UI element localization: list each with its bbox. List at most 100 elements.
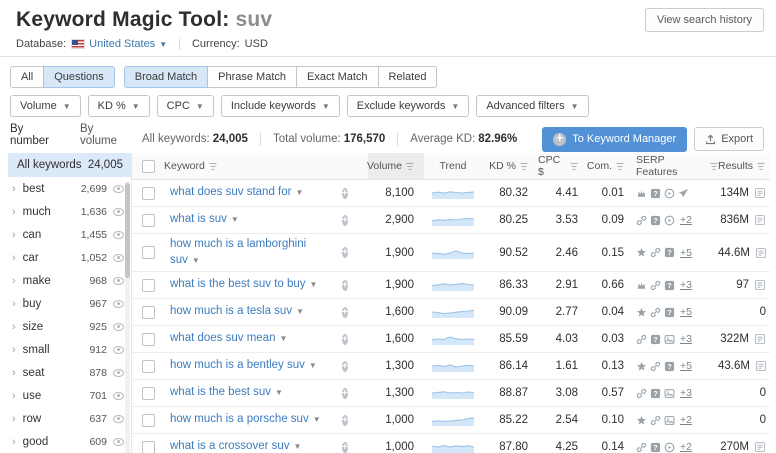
keyword-dropdown-icon[interactable]: ▼	[192, 256, 200, 265]
column-header-vol[interactable]: Volume	[367, 153, 424, 179]
serp-more-link[interactable]: +3	[680, 333, 692, 345]
match-tab-broad-match[interactable]: Broad Match	[123, 66, 209, 88]
row-checkbox[interactable]	[141, 440, 155, 453]
row-checkbox[interactable]	[141, 213, 155, 227]
column-header-res[interactable]: Results	[718, 153, 775, 179]
sidebar-item-can[interactable]: › can 1,455	[8, 223, 131, 246]
filter-volume[interactable]: Volume ▼	[10, 95, 81, 117]
eye-icon[interactable]	[113, 184, 124, 193]
sidebar-item-make[interactable]: › make 968	[8, 269, 131, 292]
serp-more-link[interactable]: +2	[680, 414, 692, 426]
select-all-checkbox[interactable]	[141, 159, 155, 173]
row-checkbox[interactable]	[141, 246, 155, 260]
sidebar-item-best[interactable]: › best 2,699	[8, 177, 131, 200]
serp-snapshot-icon[interactable]	[754, 187, 766, 199]
sidebar-item-car[interactable]: › car 1,052	[8, 246, 131, 269]
keyword-link[interactable]: how much is a bentley suv	[170, 359, 305, 371]
serp-more-link[interactable]: +3	[680, 279, 692, 291]
eye-icon[interactable]	[113, 414, 124, 423]
match-tab-questions[interactable]: Questions	[43, 66, 115, 88]
filter-exclude-keywords[interactable]: Exclude keywords ▼	[346, 95, 470, 117]
filter-advanced-filters[interactable]: Advanced filters ▼	[476, 95, 589, 117]
keyword-link[interactable]: what is the best suv to buy	[170, 278, 306, 290]
sidebar-item-buy[interactable]: › buy 967	[8, 292, 131, 315]
keyword-dropdown-icon[interactable]: ▼	[279, 334, 287, 343]
serp-snapshot-icon[interactable]	[754, 441, 766, 453]
add-keyword-button[interactable]: +	[342, 279, 348, 291]
keyword-link[interactable]: how much is a tesla suv	[170, 305, 292, 317]
row-checkbox[interactable]	[141, 359, 155, 373]
keyword-link[interactable]: what is suv	[170, 213, 227, 225]
eye-icon[interactable]	[113, 368, 124, 377]
serp-snapshot-icon[interactable]	[754, 333, 766, 345]
serp-more-link[interactable]: +5	[680, 247, 692, 259]
view-tab-by-number[interactable]: By number	[10, 123, 64, 156]
eye-icon[interactable]	[113, 207, 124, 216]
keyword-link[interactable]: how much is a lamborghini suv	[170, 238, 306, 266]
serp-snapshot-icon[interactable]	[754, 214, 766, 226]
keyword-link[interactable]: what is a crossover suv	[170, 440, 290, 452]
sidebar-item-use[interactable]: › use 701	[8, 384, 131, 407]
keyword-link[interactable]: how much is a porsche suv	[170, 413, 309, 425]
sidebar-scrollbar-thumb[interactable]	[125, 183, 130, 278]
view-tab-by-volume[interactable]: By volume	[80, 123, 132, 156]
keyword-dropdown-icon[interactable]: ▼	[313, 415, 321, 424]
keyword-link[interactable]: what does suv mean	[170, 332, 275, 344]
match-tab-exact-match[interactable]: Exact Match	[296, 66, 379, 88]
add-keyword-button[interactable]: +	[342, 414, 348, 426]
add-keyword-button[interactable]: +	[342, 247, 348, 259]
serp-more-link[interactable]: +5	[680, 306, 692, 318]
column-header-cpc[interactable]: CPC $	[538, 153, 588, 179]
sidebar-item-good[interactable]: › good 609	[8, 430, 131, 453]
keyword-dropdown-icon[interactable]: ▼	[296, 307, 304, 316]
export-button[interactable]: Export	[694, 127, 764, 151]
match-tab-phrase-match[interactable]: Phrase Match	[207, 66, 298, 88]
eye-icon[interactable]	[113, 322, 124, 331]
serp-more-link[interactable]: +3	[680, 387, 692, 399]
eye-icon[interactable]	[113, 345, 124, 354]
column-header-trend[interactable]: Trend	[424, 153, 482, 179]
keyword-dropdown-icon[interactable]: ▼	[295, 188, 303, 197]
keyword-link[interactable]: what does suv stand for	[170, 186, 291, 198]
add-keyword-button[interactable]: +	[342, 441, 348, 453]
add-keyword-button[interactable]: +	[342, 214, 348, 226]
add-keyword-button[interactable]: +	[342, 387, 348, 399]
keyword-dropdown-icon[interactable]: ▼	[310, 280, 318, 289]
filter-include-keywords[interactable]: Include keywords ▼	[220, 95, 340, 117]
sidebar-item-row[interactable]: › row 637	[8, 407, 131, 430]
serp-more-link[interactable]: +5	[680, 360, 692, 372]
database-selector[interactable]: United States ▼	[71, 38, 167, 50]
filter-cpc[interactable]: CPC ▼	[156, 95, 214, 117]
row-checkbox[interactable]	[141, 386, 155, 400]
row-checkbox[interactable]	[141, 186, 155, 200]
row-checkbox[interactable]	[141, 278, 155, 292]
to-keyword-manager-button[interactable]: + To Keyword Manager	[542, 126, 688, 152]
eye-icon[interactable]	[113, 230, 124, 239]
eye-icon[interactable]	[113, 391, 124, 400]
add-keyword-button[interactable]: +	[342, 187, 348, 199]
sidebar-item-small[interactable]: › small 912	[8, 338, 131, 361]
eye-icon[interactable]	[113, 437, 124, 446]
column-header-com[interactable]: Com.	[587, 153, 634, 179]
column-header-kd[interactable]: KD %	[482, 153, 538, 179]
column-header-kw[interactable]: Keyword	[164, 153, 368, 179]
keyword-dropdown-icon[interactable]: ▼	[275, 388, 283, 397]
sidebar-item-much[interactable]: › much 1,636	[8, 200, 131, 223]
serp-snapshot-icon[interactable]	[755, 247, 767, 259]
match-tab-all[interactable]: All	[10, 66, 45, 88]
keyword-link[interactable]: what is the best suv	[170, 386, 271, 398]
sidebar-all-keywords[interactable]: All keywords 24,005	[8, 153, 131, 177]
row-checkbox[interactable]	[141, 305, 155, 319]
keyword-dropdown-icon[interactable]: ▼	[294, 442, 302, 451]
serp-more-link[interactable]: +2	[680, 214, 692, 226]
column-header-serp[interactable]: SERP Features	[634, 153, 718, 179]
view-search-history-button[interactable]: View search history	[644, 8, 764, 32]
add-keyword-button[interactable]: +	[342, 333, 348, 345]
row-checkbox[interactable]	[141, 413, 155, 427]
sidebar-item-size[interactable]: › size 925	[8, 315, 131, 338]
add-keyword-button[interactable]: +	[342, 360, 348, 372]
eye-icon[interactable]	[113, 253, 124, 262]
eye-icon[interactable]	[113, 299, 124, 308]
filter-kd-[interactable]: KD % ▼	[87, 95, 150, 117]
keyword-dropdown-icon[interactable]: ▼	[231, 215, 239, 224]
